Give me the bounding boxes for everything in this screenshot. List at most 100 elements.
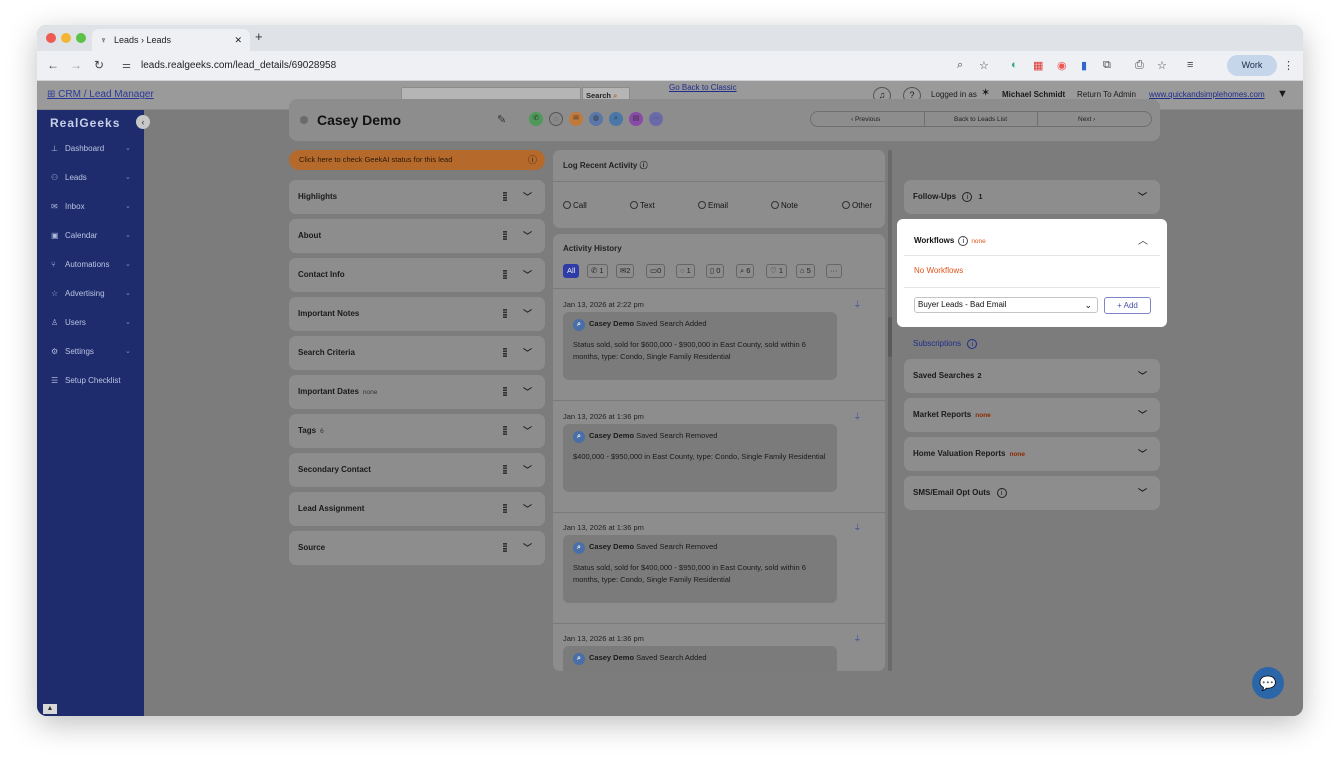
drag-handle-icon[interactable]: ⁞⁞ [502, 180, 508, 214]
sidebar-item-inbox[interactable]: ✉ Inbox ⌄ [51, 202, 131, 211]
chat-icon[interactable]: ◍ [589, 112, 603, 126]
chevron-down-icon[interactable]: ﹀ [523, 453, 532, 487]
text-icon[interactable]: ◌ [549, 112, 563, 126]
bookmark-star-icon[interactable]: ☆ [979, 59, 989, 72]
crm-lead-manager-link[interactable]: ⊞ CRM / Lead Manager [47, 89, 154, 100]
maximize-window-button[interactable] [76, 33, 86, 43]
browser-menu-icon[interactable]: ⋮ [1283, 59, 1294, 72]
sidebar-item-leads[interactable]: ⚇ Leads ⌄ [51, 173, 131, 182]
chevron-down-icon[interactable]: ﹀ [523, 414, 532, 448]
bookmarks-icon[interactable]: ☆ [1157, 59, 1167, 72]
back-arrow-icon[interactable]: ← [47, 58, 59, 72]
calendar-extension-icon[interactable]: ▦ [1033, 59, 1043, 72]
pin-icon[interactable]: ⍊ [855, 522, 860, 532]
drag-handle-icon[interactable]: ⁞⁞ [502, 375, 508, 409]
info-icon[interactable]: i [958, 236, 969, 246]
info-icon[interactable]: i [962, 192, 973, 202]
workflows-header[interactable]: Workflows i none ︿ [904, 226, 1160, 256]
filter-favorites[interactable]: ♡ 1 [766, 264, 787, 278]
sidebar-item-users[interactable]: ♙ Users ⌄ [51, 318, 131, 327]
next-lead-button[interactable]: Next › [1078, 116, 1095, 123]
filter-properties[interactable]: ⌂ 5 [796, 264, 815, 278]
drag-handle-icon[interactable]: ⁞⁞ [502, 258, 508, 292]
info-icon[interactable]: i [967, 339, 978, 349]
edit-pencil-icon[interactable]: ✎ [497, 113, 506, 126]
back-to-leads-list-button[interactable]: Back to Leads List [954, 116, 1007, 123]
previous-lead-button[interactable]: ‹ Previous [851, 116, 880, 123]
drag-handle-icon[interactable]: ⁞⁞ [502, 219, 508, 253]
collapse-sidebar-button[interactable]: ‹ [136, 115, 150, 129]
new-tab-button[interactable]: + [255, 29, 263, 44]
sms-email-opt-outs-section[interactable]: SMS/Email Opt Outs i ﹀ [904, 476, 1160, 510]
section-source[interactable]: Source ⁞⁞ ﹀ [289, 531, 545, 565]
log-note-radio[interactable]: Note [771, 201, 798, 210]
chat-support-icon[interactable]: 💬 [1252, 667, 1284, 699]
extensions-puzzle-icon[interactable]: ⧉ [1103, 59, 1111, 72]
scrollbar-thumb[interactable] [888, 317, 892, 357]
drag-handle-icon[interactable]: ⁞⁞ [502, 297, 508, 331]
drag-handle-icon[interactable]: ⁞⁞ [502, 453, 508, 487]
section-tags[interactable]: Tags 6 ⁞⁞ ﹀ [289, 414, 545, 448]
activity-scrollbar[interactable] [888, 150, 892, 671]
minimize-window-button[interactable] [61, 33, 71, 43]
filter-calls[interactable]: ✆ 1 [587, 264, 608, 278]
chevron-up-icon[interactable]: ︿ [1138, 232, 1148, 247]
url-field[interactable]: ⚌ leads.realgeeks.com/lead_details/69028… [117, 55, 937, 77]
section-lead-assignment[interactable]: Lead Assignment ⁞⁞ ﹀ [289, 492, 545, 526]
chevron-down-icon[interactable]: ﹀ [523, 180, 532, 214]
log-call-radio[interactable]: Call [563, 201, 587, 210]
saved-searches-section[interactable]: Saved Searches 2 ﹀ [904, 359, 1160, 393]
section-contact-info[interactable]: Contact Info ⁞⁞ ﹀ [289, 258, 545, 292]
pin-icon[interactable]: ⍊ [855, 411, 860, 421]
return-to-admin-link[interactable]: Return To Admin [1077, 90, 1136, 99]
section-important-dates[interactable]: Important Dates none ⁞⁞ ﹀ [289, 375, 545, 409]
filter-searches[interactable]: ⌕ 6 [736, 264, 755, 278]
close-tab-icon[interactable]: ✕ [234, 29, 242, 51]
close-window-button[interactable] [46, 33, 56, 43]
chevron-down-icon[interactable]: ﹀ [523, 375, 532, 409]
filter-texts[interactable]: ▭0 [646, 264, 666, 278]
drag-handle-icon[interactable]: ⁞⁞ [502, 414, 508, 448]
pin-icon[interactable]: ⍊ [855, 633, 860, 643]
pin-icon[interactable]: ⍊ [855, 299, 860, 309]
subscriptions-link[interactable]: Subscriptions i [913, 339, 980, 349]
log-email-radio[interactable]: Email [698, 201, 728, 210]
drag-handle-icon[interactable]: ⁞⁞ [502, 531, 508, 565]
info-icon[interactable]: ⓘ [640, 161, 648, 170]
sidebar-item-settings[interactable]: ⚙ Settings ⌄ [51, 347, 131, 356]
filter-chats[interactable]: ◌ 1 [676, 264, 695, 278]
extension-icon[interactable]: ◐ [1011, 59, 1018, 71]
drag-handle-icon[interactable]: ⁞⁞ [502, 492, 508, 526]
chevron-down-icon[interactable]: ﹀ [523, 297, 532, 331]
sidebar-item-advertising[interactable]: ☆ Advertising ⌄ [51, 289, 131, 298]
sidebar-item-setup-checklist[interactable]: ☰ Setup Checklist [51, 376, 121, 385]
chevron-down-icon[interactable]: ﹀ [523, 219, 532, 253]
workflow-select[interactable]: Buyer Leads - Bad Email ⌄ [914, 297, 1098, 313]
filter-more[interactable]: ··· [826, 264, 842, 278]
chevron-down-icon[interactable]: ﹀ [1138, 398, 1147, 432]
chevron-down-icon[interactable]: ﹀ [1138, 437, 1147, 471]
reading-list-icon[interactable]: ≡ [1187, 59, 1193, 71]
email-icon[interactable]: ✉ [569, 112, 583, 126]
caret-down-icon[interactable]: ▼ [1277, 88, 1288, 100]
profile-button[interactable]: Work [1227, 55, 1277, 76]
sidebar-item-automations[interactable]: ⑂ Automations ⌄ [51, 260, 131, 269]
log-other-radio[interactable]: Other [842, 201, 872, 210]
geekai-banner[interactable]: Click here to check GeekAI status for th… [289, 150, 545, 170]
go-back-to-classic-link[interactable]: Go Back to Classic [669, 83, 737, 92]
browser-tab[interactable]: ♆ Leads › Leads ✕ [92, 29, 250, 51]
expand-footer-icon[interactable]: ▲ [43, 704, 57, 714]
chevron-down-icon[interactable]: ﹀ [1138, 359, 1147, 393]
section-secondary-contact[interactable]: Secondary Contact ⁞⁞ ﹀ [289, 453, 545, 487]
zoom-icon[interactable]: ⌕ [957, 59, 963, 72]
log-text-radio[interactable]: Text [630, 201, 655, 210]
print-icon[interactable]: ⎙ [1135, 59, 1144, 72]
chevron-down-icon[interactable]: ﹀ [523, 258, 532, 292]
section-search-criteria[interactable]: Search Criteria ⁞⁞ ﹀ [289, 336, 545, 370]
extension-icon[interactable]: ◉ [1057, 59, 1067, 72]
chevron-down-icon[interactable]: ﹀ [1138, 180, 1147, 214]
reload-icon[interactable]: ↻ [94, 58, 104, 72]
filter-all[interactable]: All [563, 264, 580, 278]
section-important-notes[interactable]: Important Notes ⁞⁞ ﹀ [289, 297, 545, 331]
chevron-down-icon[interactable]: ﹀ [523, 492, 532, 526]
